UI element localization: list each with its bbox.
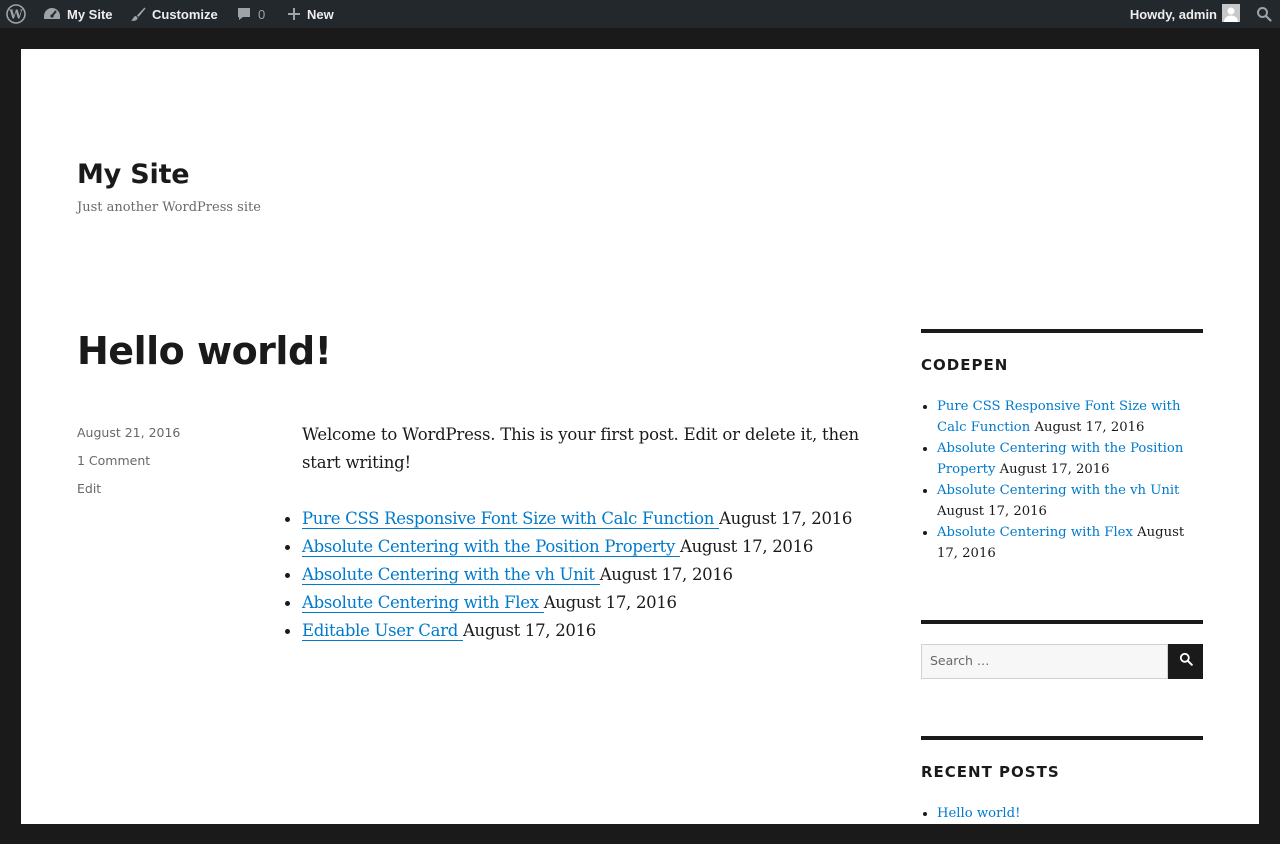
- site-title[interactable]: My Site: [77, 159, 190, 190]
- admin-bar: W My Site Customize 0 New Howdy, admin: [0, 0, 1280, 28]
- list-item: Absolute Centering with Flex August 17, …: [277, 589, 862, 617]
- post-link-date: August 17, 2016: [462, 621, 596, 640]
- user-avatar-icon[interactable]: [1222, 4, 1240, 22]
- list-item: Hello world!: [921, 803, 1203, 824]
- comments-count: 0: [258, 6, 266, 22]
- plus-icon: [287, 7, 301, 21]
- post-link[interactable]: Pure CSS Responsive Font Size with Calc …: [302, 509, 720, 529]
- customize-link[interactable]: Customize: [130, 0, 218, 28]
- list-item: Pure CSS Responsive Font Size with Calc …: [277, 505, 862, 533]
- post-link[interactable]: Absolute Centering with the vh Unit: [302, 565, 600, 585]
- list-item: Pure CSS Responsive Font Size with Calc …: [921, 396, 1203, 438]
- post-link-date: August 17, 2016: [679, 537, 814, 556]
- list-item: Absolute Centering with the Position Pro…: [277, 533, 862, 561]
- codepen-date: August 17, 2016: [1034, 420, 1145, 435]
- wordpress-logo-icon[interactable]: W: [6, 0, 28, 28]
- comments-link[interactable]: 0: [236, 0, 265, 28]
- post-link-date: August 17, 2016: [719, 509, 853, 528]
- recent-posts-widget: RECENT POSTS Hello world!: [921, 736, 1203, 824]
- codepen-link[interactable]: Absolute Centering with Flex: [937, 525, 1133, 540]
- search-widget: Search …: [921, 620, 1203, 684]
- search-icon: [1179, 652, 1193, 671]
- recent-post-link[interactable]: Hello world!: [937, 806, 1020, 821]
- post-link-list: Pure CSS Responsive Font Size with Calc …: [277, 505, 862, 645]
- post-intro: Welcome to WordPress. This is your first…: [302, 425, 859, 472]
- codepen-date: August 17, 2016: [999, 462, 1110, 477]
- post-link[interactable]: Absolute Centering with Flex: [302, 593, 544, 613]
- howdy-label: Howdy, admin: [1129, 6, 1217, 22]
- new-content-menu[interactable]: New: [287, 0, 334, 28]
- widget-title: CODEPEN: [921, 356, 1009, 374]
- codepen-widget: CODEPEN Pure CSS Responsive Font Size wi…: [921, 329, 1203, 564]
- post-link[interactable]: Absolute Centering with the Position Pro…: [302, 537, 680, 557]
- list-item: Absolute Centering with Flex August 17, …: [921, 522, 1203, 564]
- widget-title: RECENT POSTS: [921, 763, 1060, 781]
- comment-bubble-icon: [236, 6, 252, 22]
- codepen-link[interactable]: Absolute Centering with the vh Unit: [937, 483, 1179, 498]
- post-link[interactable]: Editable User Card: [302, 621, 463, 641]
- list-item: Editable User Card August 17, 2016: [277, 617, 862, 645]
- svg-text:W: W: [8, 8, 23, 22]
- paintbrush-icon: [130, 6, 146, 22]
- site-page: My Site Just another WordPress site Hell…: [21, 49, 1259, 824]
- codepen-list: Pure CSS Responsive Font Size with Calc …: [921, 396, 1203, 564]
- dashboard-icon: [43, 6, 61, 22]
- post-comments-link[interactable]: 1 Comment: [77, 453, 150, 468]
- post-edit-link[interactable]: Edit: [77, 481, 101, 496]
- codepen-date: August 17, 2016: [937, 504, 1047, 519]
- post-link-date: August 17, 2016: [543, 593, 677, 612]
- post-date[interactable]: August 21, 2016: [77, 425, 180, 440]
- list-item: Absolute Centering with the vh Unit Augu…: [921, 480, 1203, 522]
- my-site-label: My Site: [67, 6, 113, 22]
- customize-label: Customize: [152, 6, 218, 22]
- search-icon[interactable]: [1256, 0, 1272, 28]
- post-content: Welcome to WordPress. This is your first…: [285, 421, 862, 645]
- list-item: Absolute Centering with the Position Pro…: [921, 438, 1203, 480]
- search-submit-button[interactable]: [1168, 644, 1203, 679]
- my-site-menu[interactable]: My Site: [43, 0, 113, 28]
- site-description: Just another WordPress site: [77, 200, 261, 215]
- new-label: New: [307, 6, 334, 22]
- search-input[interactable]: Search …: [921, 644, 1168, 679]
- recent-posts-list: Hello world!: [921, 803, 1203, 824]
- post-link-date: August 17, 2016: [599, 565, 733, 584]
- post-title: Hello world!: [77, 329, 332, 373]
- list-item: Absolute Centering with the vh Unit Augu…: [277, 561, 862, 589]
